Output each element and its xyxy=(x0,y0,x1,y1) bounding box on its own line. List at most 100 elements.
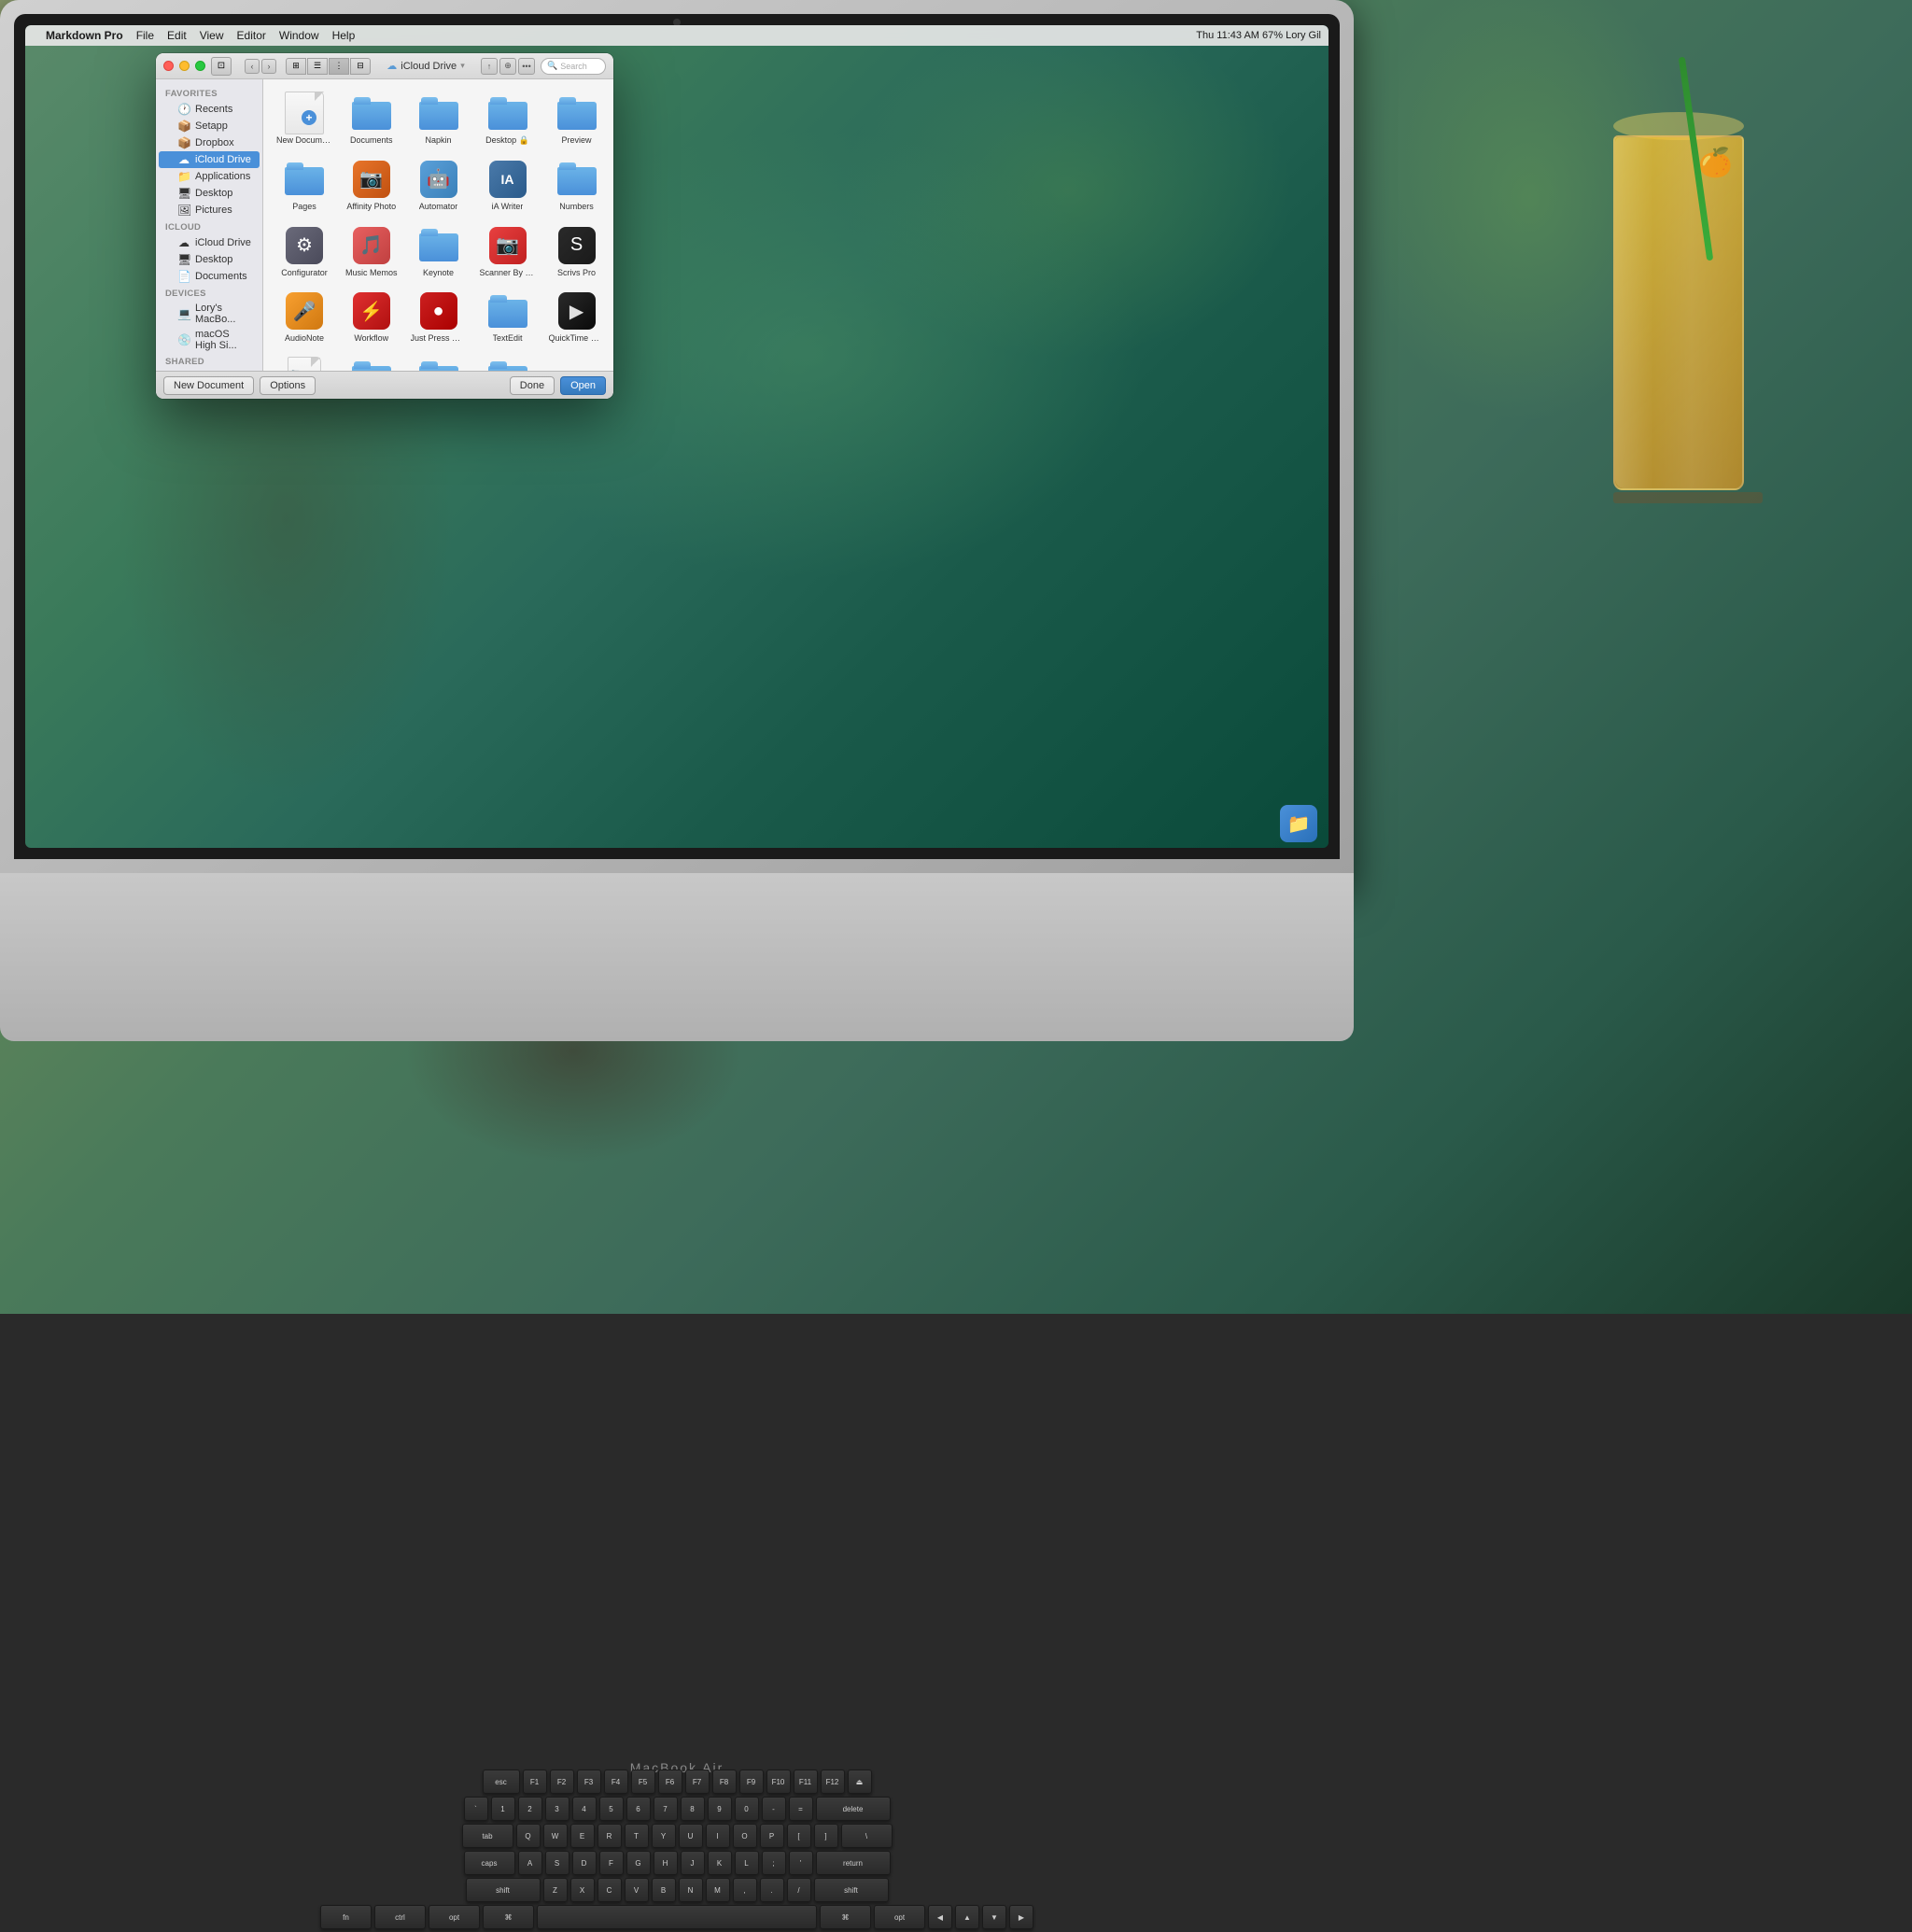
v-key[interactable]: V xyxy=(625,1878,649,1902)
semicolon-key[interactable]: ; xyxy=(762,1851,786,1875)
option-key[interactable]: opt xyxy=(429,1905,480,1929)
comma-key[interactable]: , xyxy=(733,1878,757,1902)
period-key[interactable]: . xyxy=(760,1878,784,1902)
menubar-app-name[interactable]: Markdown Pro xyxy=(46,29,123,42)
sidebar-toggle-button[interactable]: ⊡ xyxy=(211,57,232,76)
r-key[interactable]: R xyxy=(598,1824,622,1848)
menubar-editor[interactable]: Editor xyxy=(237,29,266,42)
ctrl-key[interactable]: ctrl xyxy=(374,1905,426,1929)
f9-key[interactable]: F9 xyxy=(739,1770,764,1794)
delete-key[interactable]: delete xyxy=(816,1797,891,1821)
file-ia-writer[interactable]: IA iA Writer xyxy=(476,155,540,216)
c-key[interactable]: C xyxy=(598,1878,622,1902)
o-key[interactable]: O xyxy=(733,1824,757,1848)
menubar-help[interactable]: Help xyxy=(332,29,356,42)
down-arrow-key[interactable]: ▼ xyxy=(982,1905,1006,1929)
x-key[interactable]: X xyxy=(570,1878,595,1902)
sidebar-item-setapp[interactable]: 📦 Setapp xyxy=(159,118,260,134)
p-key[interactable]: P xyxy=(760,1824,784,1848)
file-napkin[interactable]: Napkin xyxy=(407,89,471,149)
file-music-memos[interactable]: 🎵 Music Memos xyxy=(342,221,401,282)
sidebar-icloud-docs[interactable]: 📄 Documents xyxy=(159,268,260,285)
0-key[interactable]: 0 xyxy=(735,1797,759,1821)
b-key[interactable]: B xyxy=(652,1878,676,1902)
right-arrow-key[interactable]: ▶ xyxy=(1009,1905,1033,1929)
f12-key[interactable]: F12 xyxy=(821,1770,845,1794)
cover-flow-button[interactable]: ⊟ xyxy=(350,58,371,75)
sidebar-item-dropbox[interactable]: 📦 Dropbox xyxy=(159,134,260,151)
share-button[interactable]: ↑ xyxy=(481,58,498,75)
file-keynote[interactable]: Keynote xyxy=(407,221,471,282)
file-numbers[interactable]: Numbers xyxy=(545,155,609,216)
file-quicktime[interactable]: ▶ QuickTime Player xyxy=(545,287,609,347)
f-key[interactable]: F xyxy=(599,1851,624,1875)
d-key[interactable]: D xyxy=(572,1851,597,1875)
backslash-key[interactable]: \ xyxy=(841,1824,893,1848)
q-key[interactable]: Q xyxy=(516,1824,541,1848)
sidebar-item-recents[interactable]: 🕐 Recents xyxy=(159,101,260,118)
y-key[interactable]: Y xyxy=(652,1824,676,1848)
file-pages[interactable]: Pages xyxy=(273,155,336,216)
sidebar-item-pictures[interactable]: 🖼 Pictures xyxy=(159,202,260,219)
sidebar-macos[interactable]: 💿 macOS High Si... xyxy=(159,327,260,353)
slash-key[interactable]: / xyxy=(787,1878,811,1902)
equals-key[interactable]: = xyxy=(789,1797,813,1821)
3-key[interactable]: 3 xyxy=(545,1797,569,1821)
l-key[interactable]: L xyxy=(735,1851,759,1875)
file-documents-4[interactable]: Documents 4 xyxy=(407,353,471,371)
icon-view-button[interactable]: ⊞ xyxy=(286,58,306,75)
5-key[interactable]: 5 xyxy=(599,1797,624,1821)
backtick-key[interactable]: ` xyxy=(464,1797,488,1821)
shift-left-key[interactable]: shift xyxy=(466,1878,541,1902)
k-key[interactable]: K xyxy=(708,1851,732,1875)
quote-key[interactable]: ' xyxy=(789,1851,813,1875)
left-arrow-key[interactable]: ◀ xyxy=(928,1905,952,1929)
file-automator[interactable]: 🤖 Automator xyxy=(407,155,471,216)
8-key[interactable]: 8 xyxy=(681,1797,705,1821)
f10-key[interactable]: F10 xyxy=(766,1770,791,1794)
file-documents-2[interactable]: Documents 2 xyxy=(476,353,540,371)
menubar-view[interactable]: View xyxy=(200,29,224,42)
file-preview[interactable]: Preview xyxy=(545,89,609,149)
search-box[interactable]: 🔍 Search xyxy=(541,58,606,75)
1-key[interactable]: 1 xyxy=(491,1797,515,1821)
h-key[interactable]: H xyxy=(654,1851,678,1875)
file-configurator[interactable]: ⚙ Configurator xyxy=(273,221,336,282)
f4-key[interactable]: F4 xyxy=(604,1770,628,1794)
file-affinity-photo[interactable]: 📷 Affinity Photo xyxy=(342,155,401,216)
maximize-button[interactable] xyxy=(195,61,205,71)
lbracket-key[interactable]: [ xyxy=(787,1824,811,1848)
rbracket-key[interactable]: ] xyxy=(814,1824,838,1848)
sidebar-item-applications[interactable]: 📁 Applications xyxy=(159,168,260,185)
f2-key[interactable]: F2 xyxy=(550,1770,574,1794)
m-key[interactable]: M xyxy=(706,1878,730,1902)
file-scanner[interactable]: 📷 Scanner By Readdle xyxy=(476,221,540,282)
space-key[interactable] xyxy=(537,1905,817,1929)
file-test-doc[interactable]: 📷 This-is-a-test xyxy=(273,353,336,371)
file-just-press-record[interactable]: ● Just Press Record xyxy=(407,287,471,347)
sidebar-icloud-desktop[interactable]: 🖥 Desktop xyxy=(159,251,260,268)
2-key[interactable]: 2 xyxy=(518,1797,542,1821)
f11-key[interactable]: F11 xyxy=(794,1770,818,1794)
w-key[interactable]: W xyxy=(543,1824,568,1848)
file-desktop[interactable]: Desktop 🔒 xyxy=(476,89,540,149)
6-key[interactable]: 6 xyxy=(626,1797,651,1821)
a-key[interactable]: A xyxy=(518,1851,542,1875)
open-button[interactable]: Open xyxy=(560,376,606,395)
tab-key[interactable]: tab xyxy=(462,1824,513,1848)
n-key[interactable]: N xyxy=(679,1878,703,1902)
f1-key[interactable]: F1 xyxy=(523,1770,547,1794)
j-key[interactable]: J xyxy=(681,1851,705,1875)
minus-key[interactable]: - xyxy=(762,1797,786,1821)
power-key[interactable]: ⏏ xyxy=(848,1770,872,1794)
file-textedit[interactable]: TextEdit xyxy=(476,287,540,347)
9-key[interactable]: 9 xyxy=(708,1797,732,1821)
sidebar-item-desktop[interactable]: 🖥 Desktop xyxy=(159,185,260,202)
shift-right-key[interactable]: shift xyxy=(814,1878,889,1902)
file-documents-3[interactable]: Documents 3 xyxy=(342,353,401,371)
z-key[interactable]: Z xyxy=(543,1878,568,1902)
dock-icon[interactable]: 📁 xyxy=(1280,805,1317,842)
i-key[interactable]: I xyxy=(706,1824,730,1848)
file-new-document[interactable]: + New Document xyxy=(273,89,336,149)
file-workflow[interactable]: ⚡ Workflow xyxy=(342,287,401,347)
